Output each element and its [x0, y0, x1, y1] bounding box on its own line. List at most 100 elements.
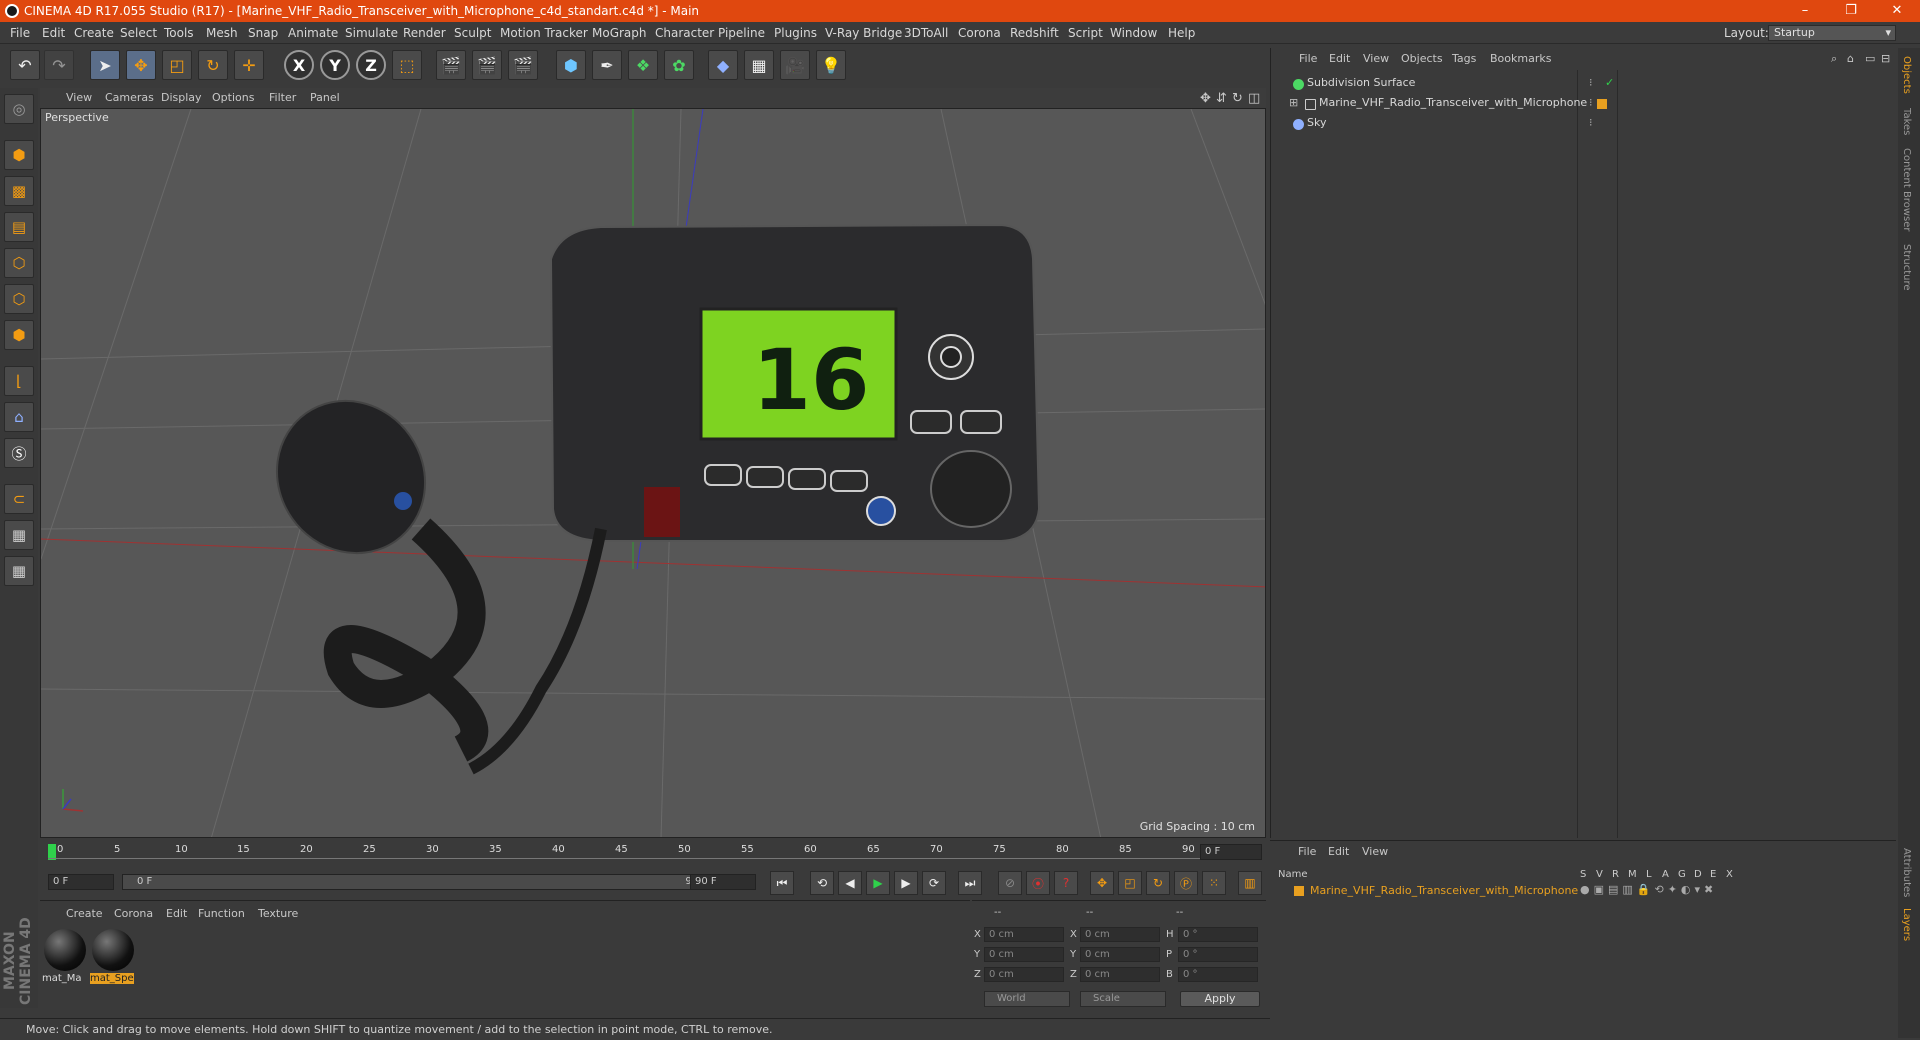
- visibility-dots-icon[interactable]: ⁝: [1589, 116, 1593, 129]
- move-tool-button[interactable]: ✥: [126, 50, 156, 80]
- menu-help[interactable]: Help: [1168, 26, 1195, 40]
- record-keys-button[interactable]: ⊘: [998, 871, 1022, 895]
- rotation-h-field[interactable]: 0 °: [1178, 927, 1258, 942]
- menu-animate[interactable]: Animate: [288, 26, 338, 40]
- render-view-button[interactable]: 🎬: [436, 50, 466, 80]
- material-swatch[interactable]: [92, 929, 134, 971]
- menu-character[interactable]: Character: [655, 26, 714, 40]
- minimize-button[interactable]: –: [1782, 0, 1828, 22]
- viewport-zoom-icon[interactable]: ⇵: [1216, 91, 1227, 106]
- menu-file[interactable]: File: [10, 26, 30, 40]
- step-forward-button[interactable]: ▶: [894, 871, 918, 895]
- tab-attributes[interactable]: Attributes: [1901, 848, 1912, 897]
- object-menu-bookmarks[interactable]: Bookmarks: [1490, 52, 1551, 65]
- coordinate-space-select[interactable]: World: [984, 991, 1070, 1007]
- transform-tool-button[interactable]: ✛: [234, 50, 264, 80]
- visibility-dots-icon[interactable]: ⁝: [1589, 96, 1593, 109]
- play-button[interactable]: ▶: [866, 871, 890, 895]
- viewport-menu-cameras[interactable]: Cameras: [105, 91, 154, 104]
- end-frame-field[interactable]: 90 F: [690, 874, 756, 890]
- x-axis-lock-button[interactable]: X: [284, 50, 314, 80]
- workplane-mode-button[interactable]: ▤: [4, 212, 34, 242]
- position-x-field[interactable]: 0 cm: [984, 927, 1064, 942]
- key-scale-button[interactable]: ◰: [1118, 871, 1142, 895]
- workplane-lock-button[interactable]: ▦: [4, 520, 34, 550]
- menu-simulate[interactable]: Simulate: [345, 26, 398, 40]
- tab-objects[interactable]: Objects: [1901, 56, 1912, 94]
- size-z-field[interactable]: 0 cm: [1080, 967, 1160, 982]
- menu-pipeline[interactable]: Pipeline: [718, 26, 765, 40]
- object-row-subdivision[interactable]: Subdivision Surface ⁝ ✓: [1277, 76, 1889, 94]
- start-frame-field[interactable]: 0 F: [48, 874, 114, 890]
- object-menu-edit[interactable]: Edit: [1329, 52, 1350, 65]
- texture-mode-button[interactable]: ▩: [4, 176, 34, 206]
- timeline-window-button[interactable]: ▥: [1238, 871, 1262, 895]
- key-parameter-button[interactable]: Ⓟ: [1174, 871, 1198, 895]
- rotation-p-field[interactable]: 0 °: [1178, 947, 1258, 962]
- menu-tools[interactable]: Tools: [164, 26, 194, 40]
- subdivision-surface-button[interactable]: ❖: [628, 50, 658, 80]
- polygons-mode-button[interactable]: ⬢: [4, 320, 34, 350]
- material-menu-create[interactable]: Create: [66, 907, 103, 920]
- tab-content-browser[interactable]: Content Browser: [1901, 148, 1912, 231]
- viewport-menu-options[interactable]: Options: [212, 91, 254, 104]
- object-menu-tags[interactable]: Tags: [1452, 52, 1476, 65]
- camera-object-button[interactable]: 🎥: [780, 50, 810, 80]
- live-selection-button[interactable]: ➤: [90, 50, 120, 80]
- perspective-viewport[interactable]: 16 Perspective Grid Spacing: 10 cm: [40, 108, 1266, 838]
- home-icon[interactable]: ⌂: [1847, 52, 1854, 65]
- menu-mesh[interactable]: Mesh: [206, 26, 238, 40]
- z-axis-lock-button[interactable]: Z: [356, 50, 386, 80]
- redo-button[interactable]: ↷: [44, 50, 74, 80]
- material-swatch[interactable]: [44, 929, 86, 971]
- step-back-button[interactable]: ◀: [838, 871, 862, 895]
- pen-spline-button[interactable]: ✒: [592, 50, 622, 80]
- maximize-button[interactable]: ❐: [1828, 0, 1874, 22]
- layout-select[interactable]: Startup ▾: [1768, 25, 1896, 41]
- edges-mode-button[interactable]: ⬡: [4, 284, 34, 314]
- keyframe-selection-button[interactable]: ?: [1054, 871, 1078, 895]
- magnet-snap-button[interactable]: ⊂: [4, 484, 34, 514]
- menu-snap[interactable]: Snap: [248, 26, 278, 40]
- viewport-menu-display[interactable]: Display: [161, 91, 202, 104]
- axis-mode-button[interactable]: ⌊: [4, 366, 34, 396]
- tweak-mode-button[interactable]: ⌂: [4, 402, 34, 432]
- viewport-menu-view[interactable]: View: [66, 91, 92, 104]
- viewport-menu-panel[interactable]: Panel: [310, 91, 340, 104]
- layer-menu-view[interactable]: View: [1362, 845, 1388, 858]
- menu-render[interactable]: Render: [403, 26, 446, 40]
- menu-mograph[interactable]: MoGraph: [592, 26, 647, 40]
- coordinate-system-button[interactable]: ⬚: [392, 50, 422, 80]
- goto-next-key-button[interactable]: ⟳: [922, 871, 946, 895]
- size-mode-select[interactable]: Scale: [1080, 991, 1166, 1007]
- render-settings-button[interactable]: 🎬: [508, 50, 538, 80]
- layer-row[interactable]: Marine_VHF_Radio_Transceiver_with_Microp…: [1278, 883, 1890, 899]
- size-x-field[interactable]: 0 cm: [1080, 927, 1160, 942]
- menu-script[interactable]: Script: [1068, 26, 1103, 40]
- collapse-icon[interactable]: ⊟: [1881, 52, 1890, 65]
- position-y-field[interactable]: 0 cm: [984, 947, 1064, 962]
- viewport-maximize-icon[interactable]: ◫: [1248, 91, 1260, 106]
- model-mode-button[interactable]: ⬢: [4, 140, 34, 170]
- render-picture-viewer-button[interactable]: 🎬: [472, 50, 502, 80]
- viewport-menu-filter[interactable]: Filter: [269, 91, 296, 104]
- frame-range-slider[interactable]: 0 F 90 F: [122, 874, 722, 890]
- enabled-check-icon[interactable]: ✓: [1605, 76, 1614, 89]
- menu-motion-tracker[interactable]: Motion Tracker: [500, 26, 588, 40]
- menu-corona[interactable]: Corona: [958, 26, 1001, 40]
- tab-layers[interactable]: Layers: [1901, 908, 1912, 941]
- deformer-button[interactable]: ◆: [708, 50, 738, 80]
- material-menu-function[interactable]: Function: [198, 907, 245, 920]
- tab-structure[interactable]: Structure: [1901, 244, 1912, 291]
- position-z-field[interactable]: 0 cm: [984, 967, 1064, 982]
- close-button[interactable]: ✕: [1874, 0, 1920, 22]
- tab-takes[interactable]: Takes: [1901, 108, 1912, 135]
- object-menu-objects[interactable]: Objects: [1401, 52, 1443, 65]
- viewport-rotate-icon[interactable]: ↻: [1232, 91, 1243, 106]
- points-mode-button[interactable]: ⬡: [4, 248, 34, 278]
- object-menu-file[interactable]: File: [1299, 52, 1317, 65]
- timeline-ruler[interactable]: 0 5 10 15 20 25 30 35 40 45 50 55 60 65 …: [40, 842, 1266, 864]
- expand-plus-icon[interactable]: ⊞: [1289, 96, 1298, 109]
- menu-window[interactable]: Window: [1110, 26, 1157, 40]
- workplane-snap-button[interactable]: ▦: [4, 556, 34, 586]
